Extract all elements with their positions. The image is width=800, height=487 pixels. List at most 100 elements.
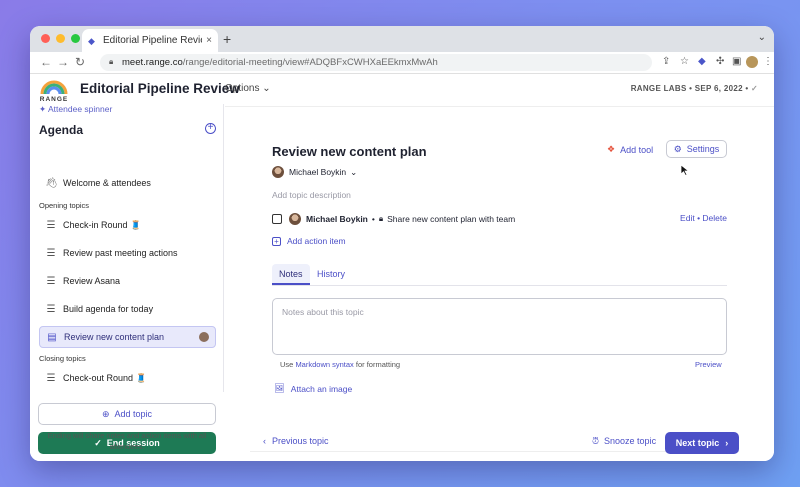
meeting-title: Editorial Pipeline Review: [80, 81, 240, 96]
sidebar-item-check-out-round[interactable]: ☰ Check-out Round 🧵: [39, 367, 216, 389]
end-session-note-text: Ending will share notes and action items…: [47, 431, 207, 451]
divider: [225, 104, 774, 107]
add-action-label: Add action item: [287, 236, 346, 246]
preview-link[interactable]: Preview: [695, 360, 722, 369]
avatar: [199, 332, 209, 342]
sidebar-item-welcome[interactable]: 👋︎ Welcome & attendees: [39, 172, 216, 194]
maximize-window-button[interactable]: [71, 34, 80, 43]
mouse-cursor-icon: [680, 164, 690, 176]
sidebar-toggle-icon[interactable]: ▣: [732, 56, 741, 67]
topic-description-input[interactable]: Add topic description: [272, 190, 351, 200]
sidebar-item-label: Build agenda for today: [63, 304, 154, 314]
sidebar-item-label: Check-out Round 🧵: [63, 372, 147, 383]
tab-history[interactable]: History: [310, 264, 352, 285]
topic-list-icon: ☰: [46, 372, 56, 384]
closing-topics-heading: Closing topics: [39, 354, 86, 363]
url-input[interactable]: 🔒︎ meet.range.co/range/editorial-meeting…: [100, 54, 652, 71]
browser-window: ◆ Editorial Pipeline Review | Range × + …: [30, 26, 774, 461]
topic-panel: Review new content plan ❖ Add tool ⚙ Set…: [225, 104, 774, 461]
alarm-clock-icon: ⏰︎: [592, 436, 600, 446]
markdown-syntax-link[interactable]: Markdown syntax: [295, 360, 353, 369]
delete-action-link[interactable]: Delete: [702, 213, 727, 223]
chevron-down-icon: ⌄: [350, 166, 358, 177]
sidebar-item-check-in-round[interactable]: ☰ Check-in Round 🧵: [39, 214, 216, 236]
browser-menu-icon[interactable]: ⋮: [763, 56, 773, 67]
minimize-window-button[interactable]: [56, 34, 65, 43]
image-icon: 🖼︎: [274, 383, 285, 393]
plus-square-icon: +: [272, 236, 281, 246]
topic-list-icon: ☰: [46, 247, 56, 259]
chevron-right-icon: ›: [725, 438, 729, 448]
waving-hand-icon: 👋︎: [45, 177, 58, 189]
reload-icon[interactable]: ↻: [75, 55, 85, 69]
attach-image-button[interactable]: 🖼︎ Attach an image: [274, 383, 352, 394]
settings-button[interactable]: ⚙ Settings: [666, 140, 727, 158]
gear-icon: ⚙: [673, 143, 682, 154]
plus-circle-icon: ⊕: [101, 408, 110, 419]
topic-owner-name: Michael Boykin: [289, 167, 347, 177]
sidebar-item-review-content-plan[interactable]: ▤ Review new content plan: [39, 326, 216, 348]
new-tab-button[interactable]: +: [223, 31, 231, 47]
add-tool-label: Add tool: [620, 144, 654, 155]
add-agenda-item-icon[interactable]: +: [205, 123, 216, 134]
add-tool-button[interactable]: ❖ Add tool: [607, 144, 653, 155]
topic-document-icon: ▤: [47, 331, 57, 343]
edit-action-link[interactable]: Edit: [680, 213, 695, 223]
browser-tab-title: Editorial Pipeline Review | Range: [103, 35, 202, 46]
next-topic-button[interactable]: Next topic ›: [665, 432, 739, 454]
options-menu-button[interactable]: Options ⌄: [225, 83, 271, 94]
app-header: RANGE Editorial Pipeline Review Options …: [30, 74, 774, 104]
range-logo[interactable]: RANGE: [38, 74, 70, 104]
sidebar-item-label: Welcome & attendees: [63, 178, 151, 188]
topic-list-icon: ☰: [46, 219, 56, 231]
action-item-checkbox[interactable]: [272, 214, 282, 224]
sidebar-item-build-agenda[interactable]: ☰ Build agenda for today: [39, 298, 216, 320]
close-window-button[interactable]: [41, 34, 50, 43]
action-item-links: Edit • Delete: [680, 213, 727, 223]
checkmark-icon: ✓: [750, 84, 758, 93]
url-path: /range/editorial-meeting/view#ADQBFxCWHX…: [182, 57, 438, 68]
previous-topic-label: Previous topic: [272, 436, 329, 446]
sidebar-item-review-past-actions[interactable]: ☰ Review past meeting actions: [39, 242, 216, 264]
back-arrow-icon[interactable]: ←: [40, 55, 52, 69]
range-favicon-icon: ◆: [88, 35, 95, 46]
share-icon[interactable]: ⇪: [662, 56, 670, 67]
sidebar-item-review-asana[interactable]: ☰ Review Asana: [39, 270, 216, 292]
topic-owner-dropdown[interactable]: Michael Boykin ⌄: [272, 166, 357, 178]
avatar: [272, 166, 284, 178]
topic-list-icon: ☰: [46, 275, 56, 287]
topic-title: Review new content plan: [272, 144, 427, 159]
rainbow-logo-icon: [40, 80, 68, 95]
add-topic-button[interactable]: ⊕ Add topic: [38, 403, 216, 425]
lock-icon: 🔒︎: [378, 214, 384, 223]
attendee-spinner-label: Attendee spinner: [48, 104, 113, 114]
notes-tabs: Notes History: [272, 262, 727, 286]
forward-arrow-icon[interactable]: →: [57, 55, 69, 69]
bullet-separator: •: [371, 214, 375, 224]
extensions-puzzle-icon[interactable]: ✣: [716, 56, 724, 67]
agenda-sidebar: ✦ Attendee spinner Agenda + 👋︎ Welcome &…: [30, 104, 224, 461]
meeting-meta-text: RANGE LABS • SEP 6, 2022 •: [630, 84, 749, 93]
bookmark-star-icon[interactable]: ☆: [680, 56, 689, 67]
browser-tab[interactable]: ◆ Editorial Pipeline Review | Range ×: [82, 29, 218, 52]
add-action-item-button[interactable]: + Add action item: [272, 236, 346, 246]
close-tab-icon[interactable]: ×: [206, 35, 212, 46]
previous-topic-button[interactable]: ‹ Previous topic: [263, 436, 329, 446]
profile-avatar[interactable]: [746, 56, 758, 68]
lock-icon: 🔒︎: [109, 57, 114, 66]
tab-bar: ◆ Editorial Pipeline Review | Range × + …: [30, 26, 774, 52]
add-topic-label: Add topic: [114, 409, 153, 419]
tab-notes[interactable]: Notes: [272, 264, 310, 285]
chevron-left-icon: ‹: [263, 436, 266, 446]
snooze-topic-button[interactable]: ⏰︎ Snooze topic: [592, 436, 656, 447]
attach-image-label: Attach an image: [290, 383, 353, 394]
snooze-topic-label: Snooze topic: [604, 436, 657, 446]
topic-list-icon: ☰: [46, 303, 56, 315]
action-item-text: Share new content plan with team: [387, 214, 516, 224]
notes-textarea[interactable]: Notes about this topic: [272, 298, 727, 355]
attendee-spinner-link[interactable]: ✦ Attendee spinner: [39, 104, 112, 115]
range-extension-icon[interactable]: ◆: [698, 56, 706, 67]
tool-grid-icon: ❖: [607, 144, 616, 154]
options-label: Options: [225, 83, 260, 94]
tab-search-chevron-icon[interactable]: ⌄: [758, 32, 766, 43]
